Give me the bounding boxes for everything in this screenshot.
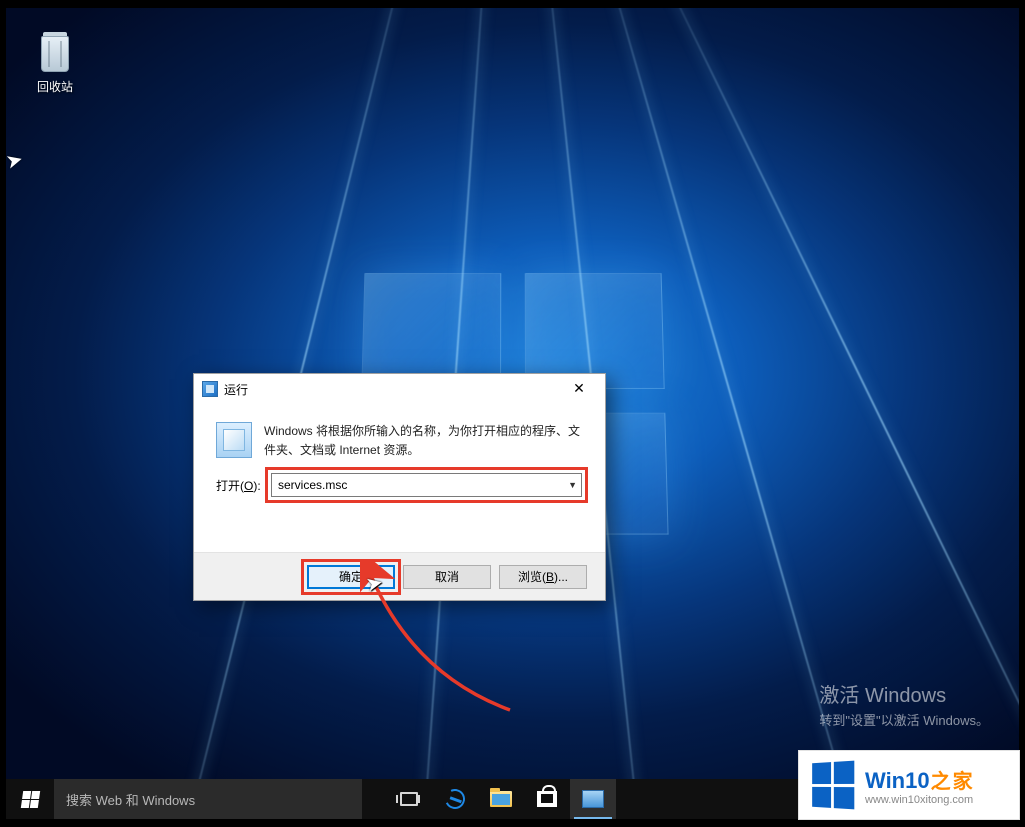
recycle-bin-icon[interactable]: 回收站 (22, 30, 88, 95)
close-button[interactable]: ✕ (559, 377, 599, 401)
watermark-badge: Win10之家 www.win10xitong.com (799, 751, 1019, 819)
run-app-icon (582, 790, 604, 808)
file-explorer-button[interactable] (478, 779, 524, 819)
cursor-icon: ➤ (6, 146, 26, 174)
run-dialog-icon (202, 381, 218, 397)
task-view-icon (400, 792, 418, 806)
start-button[interactable] (6, 779, 54, 819)
cancel-button[interactable]: 取消 (403, 565, 491, 589)
run-dialog-title: 运行 (224, 381, 559, 398)
close-icon: ✕ (573, 380, 585, 396)
store-icon (537, 791, 557, 807)
search-placeholder: 搜索 Web 和 Windows (66, 790, 195, 809)
badge-brand: Win10之家 (865, 765, 974, 794)
badge-url: www.win10xitong.com (865, 794, 974, 806)
recycle-bin-label: 回收站 (22, 78, 88, 95)
open-label: 打开(O): (216, 477, 270, 494)
open-input[interactable] (271, 473, 582, 497)
run-dialog: 运行 ✕ Windows 将根据你所输入的名称，为你打开相应的程序、文件夹、文档… (193, 373, 606, 601)
run-dialog-titlebar[interactable]: 运行 ✕ (194, 374, 605, 404)
watermark-subtitle: 转到"设置"以激活 Windows。 (819, 710, 989, 729)
windows-logo-icon (20, 791, 39, 808)
run-app-taskbar-button[interactable] (570, 779, 616, 819)
edge-browser-button[interactable] (432, 779, 478, 819)
open-input-highlight: ▼ (270, 472, 583, 498)
taskbar-search-input[interactable]: 搜索 Web 和 Windows (54, 779, 362, 819)
activation-watermark: 激活 Windows 转到"设置"以激活 Windows。 (819, 679, 989, 729)
watermark-title: 激活 Windows (819, 679, 989, 708)
store-button[interactable] (524, 779, 570, 819)
edge-icon (442, 786, 468, 812)
ok-button[interactable]: 确定 (307, 565, 395, 589)
dialog-button-row: 确定 取消 浏览(B)... (194, 552, 605, 600)
task-view-button[interactable] (386, 779, 432, 819)
folder-icon (490, 791, 512, 807)
browse-button[interactable]: 浏览(B)... (499, 565, 587, 589)
trash-icon (35, 30, 75, 74)
run-description: Windows 将根据你所输入的名称，为你打开相应的程序、文件夹、文档或 Int… (264, 422, 583, 460)
badge-logo-icon (812, 761, 854, 810)
run-body-icon (216, 422, 252, 458)
